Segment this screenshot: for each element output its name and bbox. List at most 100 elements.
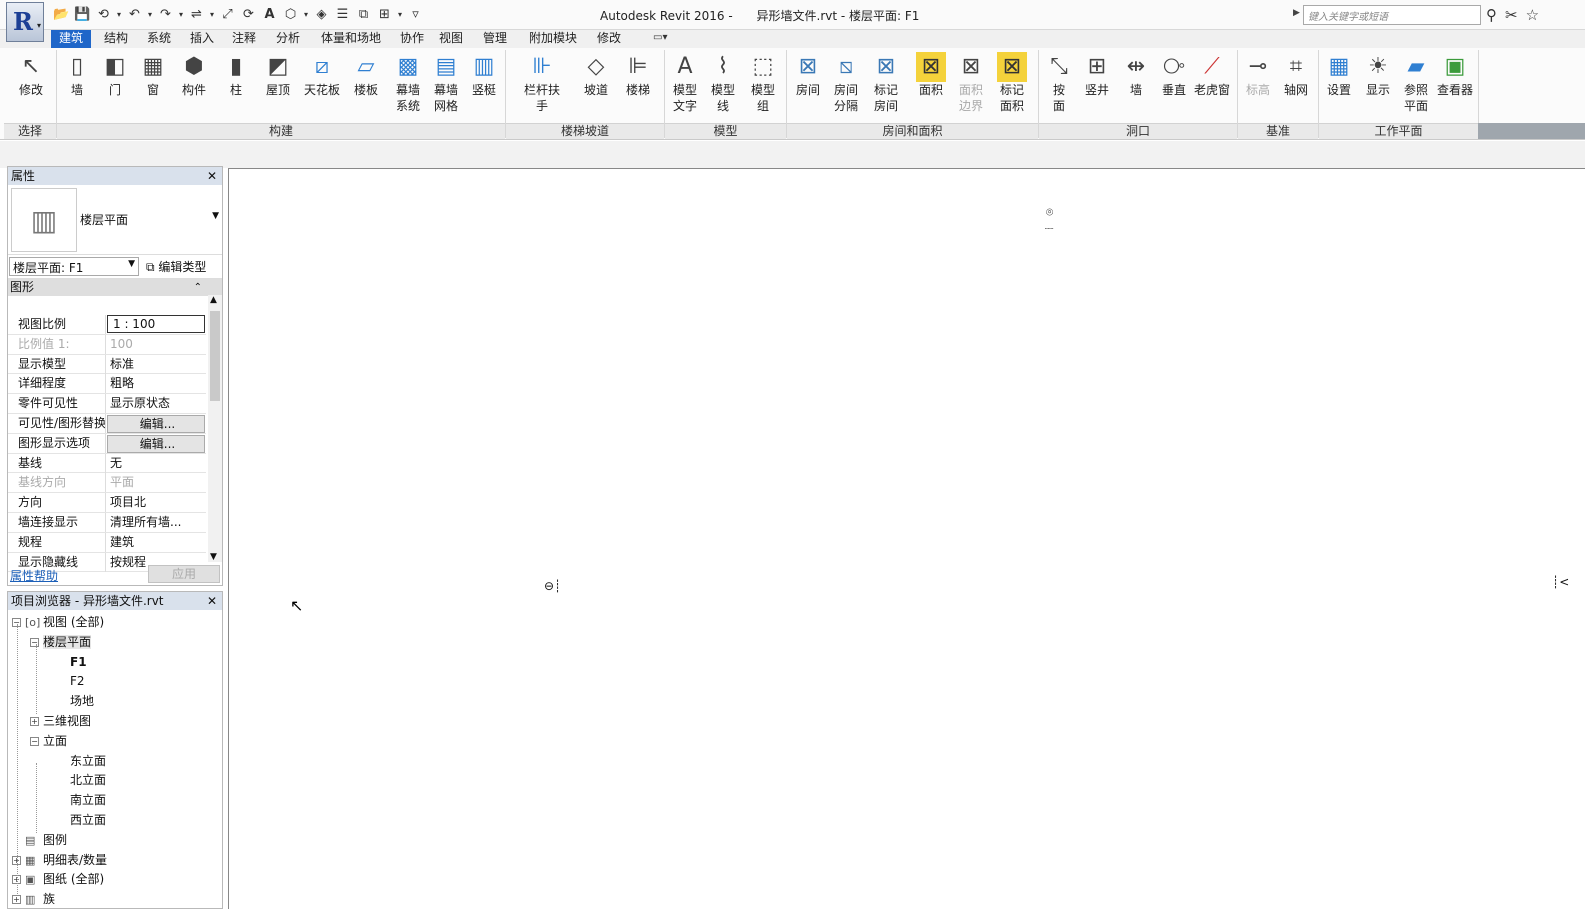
ribbon-tool-13[interactable]: ◇ 坡道 xyxy=(577,50,615,122)
scroll-up-icon[interactable]: ▲ xyxy=(210,295,217,305)
section-icon[interactable]: ◈ xyxy=(312,6,331,24)
tree-item[interactable]: F2 xyxy=(70,672,85,691)
ribbon-tool-11[interactable]: ▥ 竖梃 xyxy=(465,50,503,122)
subscription-icon[interactable]: ✂ xyxy=(1505,6,1518,24)
favorite-star-icon[interactable]: ☆ xyxy=(1526,6,1539,24)
chevron-down-icon[interactable]: ▼ xyxy=(212,211,219,221)
tree-item[interactable]: 东立面 xyxy=(70,752,106,771)
tab-5[interactable]: 分析 xyxy=(268,30,308,48)
property-value[interactable]: 粗略 xyxy=(107,374,205,393)
apply-button[interactable]: 应用 xyxy=(148,565,220,583)
ribbon-tool-9[interactable]: ▩ 幕墙 系统 xyxy=(389,50,427,122)
close-icon[interactable]: ✕ xyxy=(207,167,217,185)
ribbon-tool-27[interactable]: ⧂ 垂直 xyxy=(1155,50,1193,122)
binoculars-icon[interactable]: ⚲ xyxy=(1486,6,1497,24)
edit-button[interactable]: 编辑... xyxy=(107,414,205,433)
ribbon-tool-10[interactable]: ▤ 幕墙 网格 xyxy=(427,50,465,122)
property-row[interactable]: 视图比例 1 : 100 xyxy=(8,315,206,335)
thin-lines-icon[interactable]: ☰ xyxy=(333,6,352,24)
property-value[interactable]: 100 xyxy=(107,335,205,354)
ribbon-tool-6[interactable]: ◩ 屋顶 xyxy=(259,50,297,122)
chevron-down-icon[interactable]: ▾ xyxy=(396,6,404,24)
ribbon-tool-32[interactable]: ☀ 显示 xyxy=(1359,50,1397,122)
tab-10[interactable]: 附加模块 xyxy=(521,30,585,48)
property-row[interactable]: 方向 项目北 xyxy=(8,493,206,513)
ribbon-minimize-icon[interactable]: ▭▾ xyxy=(653,32,667,43)
chevron-down-icon[interactable]: ▾ xyxy=(146,6,154,24)
ribbon-tool-34[interactable]: ▣ 查看器 xyxy=(1436,50,1474,122)
elevation-marker-west[interactable]: ⊖┊ xyxy=(544,579,561,593)
edit-type-button[interactable]: ⧉ 编辑类型 xyxy=(146,258,206,275)
property-row[interactable]: 基线方向 平面 xyxy=(8,473,206,494)
tree-item[interactable]: 西立面 xyxy=(70,811,106,830)
tab-3[interactable]: 插入 xyxy=(182,30,222,48)
ribbon-tool-25[interactable]: ⊞ 竖井 xyxy=(1078,50,1116,122)
tab-7[interactable]: 协作 xyxy=(392,30,432,48)
ribbon-tool-30[interactable]: ⌗ 轴网 xyxy=(1277,50,1315,122)
ribbon-panel-5[interactable]: 洞口 xyxy=(1039,123,1237,139)
tree-item[interactable]: F1 xyxy=(70,653,87,672)
ribbon-tool-21[interactable]: ⊠ 面积 xyxy=(912,50,950,122)
tab-8[interactable]: 视图 xyxy=(431,30,471,48)
ribbon-tool-0[interactable]: ↖ 修改 xyxy=(12,50,50,122)
property-row[interactable]: 可见性/图形替换 编辑... xyxy=(8,413,206,434)
3d-view-icon[interactable]: ⬡ xyxy=(281,6,300,24)
type-selector[interactable]: ▥ 楼层平面 ▼ xyxy=(8,185,222,255)
ribbon-tool-19[interactable]: ⧅ 房间 分隔 xyxy=(827,50,865,122)
tab-0[interactable]: 建筑 xyxy=(51,30,92,48)
drawing-area[interactable]: ⌾ ┄┄ ⊖┊ ┊< xyxy=(228,168,1585,909)
property-row[interactable]: 图形显示选项 编辑... xyxy=(8,433,206,454)
ribbon-tool-15[interactable]: A 模型 文字 xyxy=(666,50,704,122)
ribbon-tool-28[interactable]: ⟋ 老虎窗 xyxy=(1193,50,1231,122)
property-row[interactable]: 基线无 xyxy=(8,453,206,474)
chevron-down-icon[interactable]: ▾ xyxy=(208,6,216,24)
dimension-icon[interactable]: ⟳ xyxy=(239,6,258,24)
tree-item[interactable]: 场地 xyxy=(70,692,94,711)
ribbon-tool-18[interactable]: ⊠ 房间 xyxy=(789,50,827,122)
scroll-down-icon[interactable]: ▼ xyxy=(210,552,217,562)
ribbon-tool-26[interactable]: ⇹ 墙 xyxy=(1117,50,1155,122)
tree-item[interactable]: + ▦ 明细表/数量 xyxy=(12,851,107,870)
tree-item[interactable]: + ▣ 图纸 (全部) xyxy=(12,870,104,889)
ribbon-panel-1[interactable]: 构建 xyxy=(57,123,505,139)
ribbon-panel-2[interactable]: 楼梯坡道 xyxy=(506,123,664,139)
measure-icon[interactable]: ⤢ xyxy=(218,6,237,24)
tab-6[interactable]: 体量和场地 xyxy=(313,30,389,48)
ribbon-panel-3[interactable]: 模型 xyxy=(665,123,786,139)
text-icon[interactable]: A xyxy=(260,6,279,24)
ribbon-tool-31[interactable]: ▦ 设置 xyxy=(1320,50,1358,122)
search-input[interactable]: 键入关键字或短语 xyxy=(1303,5,1481,25)
ribbon-panel-6[interactable]: 基准 xyxy=(1238,123,1318,139)
tree-item[interactable]: + 三维视图 xyxy=(30,712,91,731)
tree-item[interactable]: + ▥ 族 xyxy=(12,890,55,909)
property-value[interactable]: 显示原状态 xyxy=(107,394,205,413)
ribbon-tool-20[interactable]: ⊠ 标记 房间 xyxy=(867,50,905,122)
property-row[interactable]: 详细程度 粗略 xyxy=(8,374,206,395)
switch-windows-icon[interactable]: ⊞ xyxy=(375,6,394,24)
ribbon-tool-17[interactable]: ⬚ 模型 组 xyxy=(744,50,782,122)
open-icon[interactable]: 📂 xyxy=(52,6,71,24)
ribbon-panel-0[interactable]: 选择 xyxy=(4,123,56,139)
property-group-graphics[interactable]: 图形 ⌃ xyxy=(8,279,222,296)
property-row[interactable]: 比例值 1: 100 xyxy=(8,334,206,355)
tab-4[interactable]: 注释 xyxy=(224,30,264,48)
tab-9[interactable]: 管理 xyxy=(475,30,515,48)
ribbon-tool-33[interactable]: ▰ 参照 平面 xyxy=(1397,50,1435,122)
save-icon[interactable]: 💾 xyxy=(73,6,92,24)
property-row[interactable]: 显示模型 标准 xyxy=(8,354,206,375)
tree-item[interactable]: − 立面 xyxy=(30,732,67,751)
expand-icon[interactable]: + xyxy=(12,895,21,905)
chevron-down-icon[interactable]: ▾ xyxy=(302,6,310,24)
print-icon[interactable]: ⇌ xyxy=(187,6,206,24)
redo-icon[interactable]: ↷ xyxy=(156,6,175,24)
close-icon[interactable]: ✕ xyxy=(207,592,217,610)
tab-1[interactable]: 结构 xyxy=(96,30,136,48)
elevation-marker-north[interactable]: ⌾ ┄┄ xyxy=(1045,205,1053,234)
tree-item[interactable]: − [o] 视图 (全部) xyxy=(12,613,104,632)
ribbon-panel-4[interactable]: 房间和面积 xyxy=(787,123,1038,139)
application-menu-button[interactable]: R ▾ xyxy=(6,2,44,42)
ribbon-tool-29[interactable]: ⊸ 标高 xyxy=(1239,50,1277,122)
collapse-icon[interactable]: − xyxy=(30,736,39,746)
collapse-icon[interactable]: ⌃ xyxy=(194,279,202,296)
ribbon-tool-8[interactable]: ▱ 楼板 xyxy=(347,50,385,122)
